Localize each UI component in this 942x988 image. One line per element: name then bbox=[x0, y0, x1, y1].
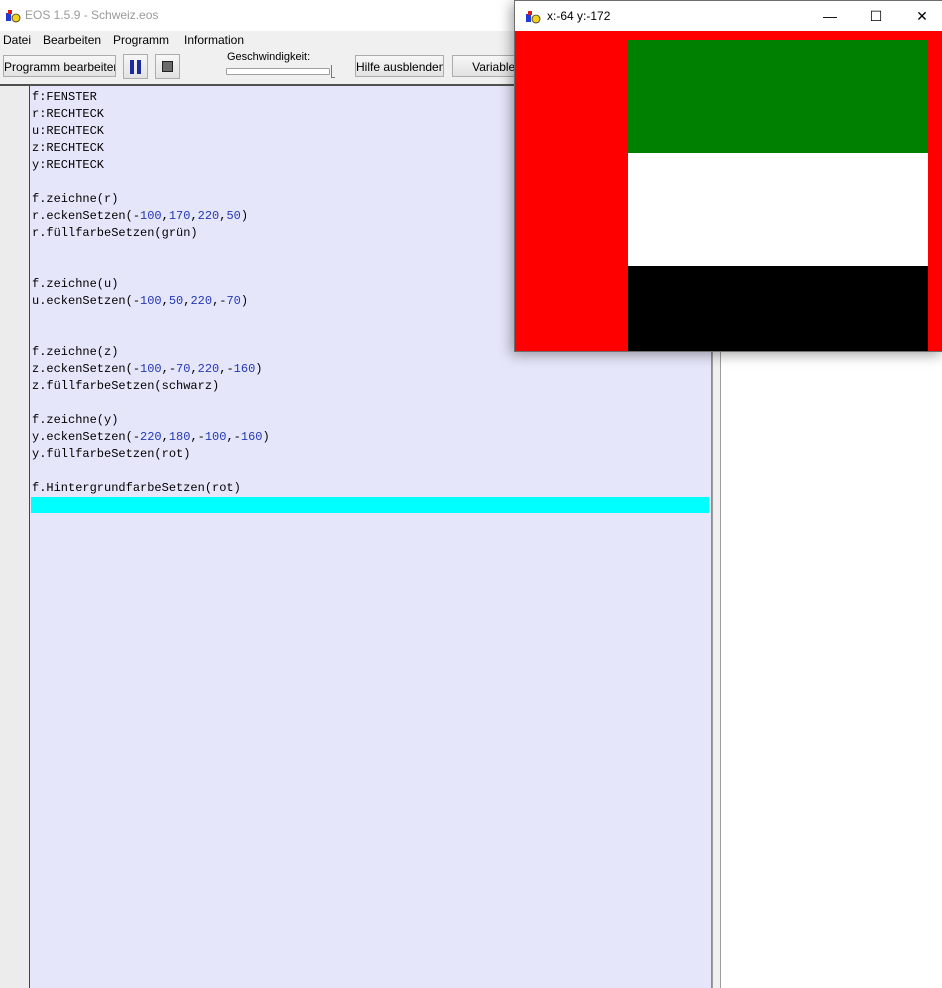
pause-button[interactable] bbox=[123, 54, 148, 79]
code-line: f.zeichne(u) bbox=[32, 277, 119, 291]
code-line: y:RECHTECK bbox=[32, 158, 105, 172]
hide-help-button[interactable]: Hilfe ausblenden bbox=[355, 55, 444, 77]
minimize-icon: — bbox=[823, 8, 837, 24]
code-line: f.zeichne(r) bbox=[32, 192, 119, 206]
code-line: y.füllfarbeSetzen(rot) bbox=[32, 447, 191, 461]
code-line: f:FENSTER bbox=[32, 90, 97, 104]
eos-app-icon bbox=[6, 10, 21, 23]
menu-information[interactable]: Information bbox=[184, 33, 244, 47]
menu-programm[interactable]: Programm bbox=[113, 33, 169, 47]
minimize-button[interactable]: — bbox=[807, 1, 853, 31]
close-icon: ✕ bbox=[916, 8, 928, 24]
code-line: f.zeichne(z) bbox=[32, 345, 119, 359]
menu-datei[interactable]: Datei bbox=[3, 33, 31, 47]
stop-icon bbox=[162, 61, 173, 72]
code-line: u:RECHTECK bbox=[32, 124, 105, 138]
rectangle-y bbox=[515, 31, 628, 351]
rectangle-u bbox=[627, 153, 928, 267]
code-line: z.eckenSetzen(-100,-70,220,-160) bbox=[32, 362, 263, 376]
code-line: f.zeichne(y) bbox=[32, 413, 119, 427]
speed-label: Geschwindigkeit: bbox=[227, 51, 311, 63]
rectangle-r bbox=[627, 40, 928, 154]
stop-button[interactable] bbox=[155, 54, 180, 79]
code-line: r.füllfarbeSetzen(grün) bbox=[32, 226, 198, 240]
code-lines: f:FENSTER r:RECHTECK u:RECHTECK z:RECHTECK y… bbox=[32, 89, 270, 514]
code-line: f.HintergrundfarbeSetzen(rot) bbox=[32, 481, 241, 495]
menu-bearbeiten[interactable]: Bearbeiten bbox=[43, 33, 101, 47]
code-line: r.eckenSetzen(-100,170,220,50) bbox=[32, 209, 249, 223]
maximize-icon: ☐ bbox=[869, 8, 883, 24]
drawing-canvas[interactable] bbox=[515, 31, 942, 351]
code-line: y.eckenSetzen(-220,180,-100,-160) bbox=[32, 430, 270, 444]
code-line: u.eckenSetzen(-100,50,220,-70) bbox=[32, 294, 249, 308]
code-line: z:RECHTECK bbox=[32, 141, 105, 155]
drawing-window: x:-64 y:-172 — ☐ ✕ bbox=[514, 0, 942, 352]
line-gutter bbox=[0, 86, 30, 988]
close-button[interactable]: ✕ bbox=[899, 1, 942, 31]
drawing-window-title: x:-64 y:-172 bbox=[547, 9, 611, 23]
code-line: z.füllfarbeSetzen(schwarz) bbox=[32, 379, 220, 393]
window-title: EOS 1.5.9 - Schweiz.eos bbox=[25, 8, 159, 22]
code-line: r:RECHTECK bbox=[32, 107, 105, 121]
rectangle-z bbox=[627, 266, 928, 351]
drawing-window-title-bar[interactable]: x:-64 y:-172 — ☐ ✕ bbox=[515, 1, 942, 31]
speed-slider-thumb[interactable] bbox=[331, 65, 335, 78]
edit-program-button[interactable]: Programm bearbeiten bbox=[3, 55, 116, 77]
maximize-button[interactable]: ☐ bbox=[853, 1, 899, 31]
speed-slider-track[interactable] bbox=[226, 68, 330, 75]
eos-app-icon bbox=[526, 11, 541, 24]
